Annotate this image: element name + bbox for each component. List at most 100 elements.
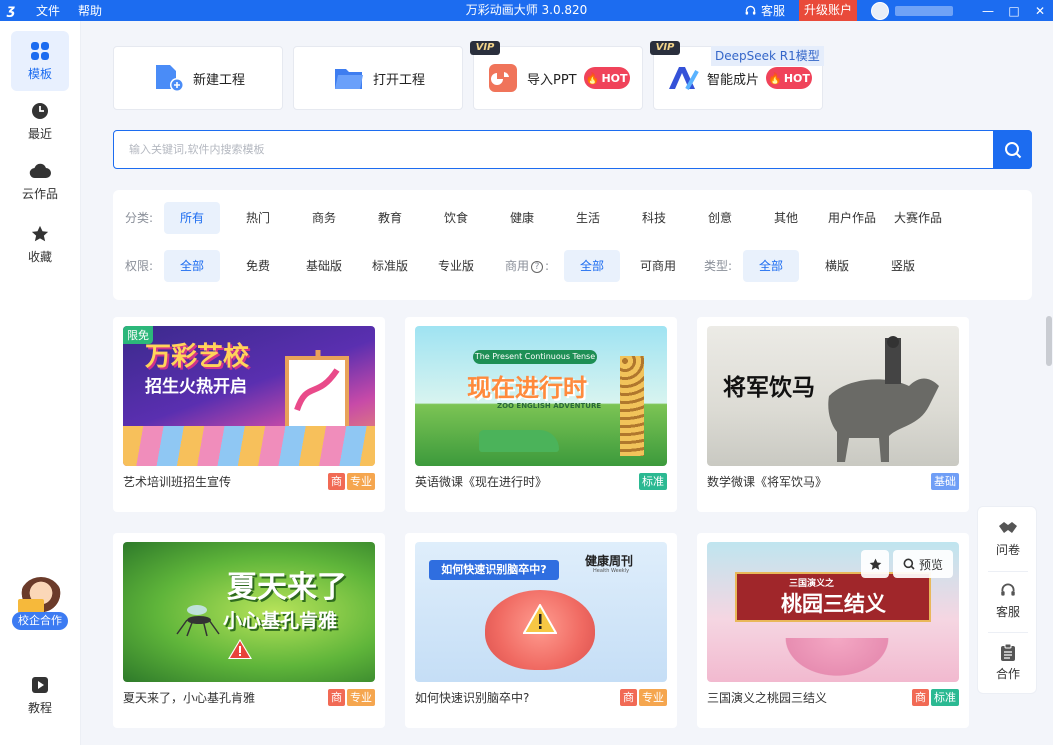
hot-badge: 🔥 HOT (583, 67, 630, 89)
survey-button[interactable]: 问卷 (978, 511, 1038, 565)
template-thumbnail[interactable]: 三国演义之 桃园三结义 预览 (707, 542, 959, 682)
template-thumbnail[interactable]: 夏天来了 小心基孔肯雅 (123, 542, 375, 682)
thumbnail-subtitle: 招生火热开启 (145, 377, 247, 397)
help-icon[interactable]: ? (531, 260, 544, 273)
template-card[interactable]: 限免 万彩艺校 招生火热开启 艺术培训班招生宣传 商 专业 (113, 317, 385, 512)
search-input[interactable] (114, 131, 994, 168)
maximize-button[interactable]: □ (1001, 0, 1027, 21)
user-avatar[interactable] (871, 1, 889, 20)
menu-file[interactable]: 文件 (36, 2, 60, 19)
flame-icon: 🔥 (768, 71, 782, 85)
hot-label: HOT (783, 71, 810, 85)
favorite-button[interactable] (861, 550, 889, 578)
hot-label: HOT (601, 71, 628, 85)
category-chip-contest-works[interactable]: 大赛作品 (886, 202, 950, 234)
ppt-icon (489, 64, 517, 92)
import-ppt-card[interactable]: VIP 导入PPT 🔥 HOT (470, 41, 643, 110)
main-content: 新建工程 打开工程 VIP 导入PPT 🔥 HOT VIP 智能成片 🔥 HOT D… (82, 21, 1053, 745)
new-file-icon (156, 65, 184, 92)
panel-divider (988, 632, 1028, 633)
handshake-icon (999, 522, 1017, 533)
folder-icon (335, 69, 363, 89)
category-chip-education[interactable]: 教育 (362, 202, 418, 234)
close-button[interactable]: ✕ (1027, 0, 1053, 21)
star-icon (869, 558, 881, 570)
template-card[interactable]: 如何快速识别脑卒中? 健康周刊 Health Weekly 如何快速识别脑卒中?… (405, 533, 677, 728)
right-floating-panel: 问卷 客服 合作 (977, 506, 1037, 694)
permission-label: 权限: (125, 259, 154, 273)
thumbnail-title: 现在进行时 (467, 374, 587, 402)
new-project-card[interactable]: 新建工程 (113, 46, 283, 110)
template-card[interactable]: 三国演义之 桃园三结义 预览 三国演义之桃园三结义 商 标准 (697, 533, 969, 728)
sidebar-label-favorites: 收藏 (27, 250, 52, 264)
category-chip-health[interactable]: 健康 (494, 202, 550, 234)
template-name: 如何快速识别脑卒中? (415, 691, 530, 705)
permission-chip-all[interactable]: 全部 (164, 250, 220, 282)
template-name: 三国演义之桃园三结义 (707, 691, 828, 705)
commercial-badge: 商 (912, 689, 929, 706)
permission-chip-standard[interactable]: 标准版 (362, 250, 418, 282)
category-chip-creative[interactable]: 创意 (692, 202, 748, 234)
health-weekly-tag: 健康周刊 (585, 554, 634, 568)
minimize-button[interactable]: — (975, 0, 1001, 21)
thumbnail-subtitle: ZOO ENGLISH ADVENTURE (497, 402, 602, 410)
menu-help[interactable]: 帮助 (78, 2, 102, 19)
panel-service-button[interactable]: 客服 (978, 573, 1038, 627)
sidebar-item-templates[interactable]: 模板 (11, 31, 69, 91)
permission-chip-basic[interactable]: 基础版 (296, 250, 352, 282)
category-chip-business[interactable]: 商务 (296, 202, 352, 234)
template-name: 夏天来了，小心基孔肯雅 (123, 691, 256, 705)
template-badges: 基础 (931, 473, 959, 490)
preview-button[interactable]: 预览 (893, 550, 953, 578)
professional-badge: 专业 (347, 689, 375, 706)
category-chip-user-works[interactable]: 用户作品 (820, 202, 884, 234)
sidebar-item-recent[interactable]: 最近 (11, 91, 69, 151)
titlebar-service-button[interactable]: 客服 (744, 2, 785, 19)
school-cooperation-badge[interactable]: 校企合作 (12, 577, 68, 631)
category-chip-tech[interactable]: 科技 (626, 202, 682, 234)
cooperate-button[interactable]: 合作 (978, 635, 1038, 689)
thumbnail-title: 万彩艺校 (145, 342, 250, 372)
template-name: 数学微课《将军饮马》 (707, 475, 828, 489)
giraffe-illustration (620, 356, 644, 456)
panel-divider (988, 571, 1028, 572)
template-thumbnail[interactable]: 限免 万彩艺校 招生火热开启 (123, 326, 375, 466)
type-label: 类型: (704, 259, 733, 273)
template-card[interactable]: 将军饮马 数学微课《将军饮马》 基础 (697, 317, 969, 512)
sidebar-item-cloud[interactable]: 云作品 (11, 151, 69, 211)
template-thumbnail[interactable]: 将军饮马 (707, 326, 959, 466)
type-chip-all[interactable]: 全部 (743, 250, 799, 282)
horse-rider-illustration (828, 336, 939, 462)
category-chip-food[interactable]: 饮食 (428, 202, 484, 234)
template-card[interactable]: 夏天来了 小心基孔肯雅 夏天来了，小心基孔肯雅 商 专业 (113, 533, 385, 728)
category-chip-hot[interactable]: 热门 (230, 202, 286, 234)
tense-banner: The Present Continuous Tense (473, 350, 597, 364)
type-chip-landscape[interactable]: 横版 (809, 250, 865, 282)
commercial-chip-commercial[interactable]: 可商用 (630, 250, 686, 282)
sidebar-item-favorites[interactable]: 收藏 (11, 214, 69, 274)
open-project-label: 打开工程 (373, 72, 426, 88)
commercial-chip-all[interactable]: 全部 (564, 250, 620, 282)
category-chip-all[interactable]: 所有 (164, 202, 220, 234)
category-chip-life[interactable]: 生活 (560, 202, 616, 234)
upgrade-account-button[interactable]: 升级账户 (798, 0, 857, 21)
category-chip-other[interactable]: 其他 (758, 202, 814, 234)
user-name-redacted[interactable] (895, 5, 953, 16)
template-card[interactable]: The Present Continuous Tense 现在进行时 ZOO E… (405, 317, 677, 512)
sidebar-item-tutorial[interactable]: 教程 (11, 665, 69, 725)
headset-icon (745, 5, 756, 15)
search-icon (903, 558, 915, 570)
template-thumbnail[interactable]: The Present Continuous Tense 现在进行时 ZOO E… (415, 326, 667, 466)
search-button[interactable] (993, 130, 1032, 169)
sidebar-label-cloud: 云作品 (21, 187, 58, 201)
crocodile-illustration (479, 430, 559, 452)
type-chip-portrait[interactable]: 竖版 (875, 250, 931, 282)
permission-chip-professional[interactable]: 专业版 (428, 250, 484, 282)
open-project-card[interactable]: 打开工程 (293, 46, 463, 110)
headset-icon (1001, 583, 1015, 596)
permission-chip-free[interactable]: 免费 (230, 250, 286, 282)
pencil-decoration (123, 426, 375, 466)
template-thumbnail[interactable]: 如何快速识别脑卒中? 健康周刊 Health Weekly (415, 542, 667, 682)
ai-video-label: 智能成片 (707, 72, 760, 88)
main-scrollbar[interactable] (1046, 316, 1052, 366)
